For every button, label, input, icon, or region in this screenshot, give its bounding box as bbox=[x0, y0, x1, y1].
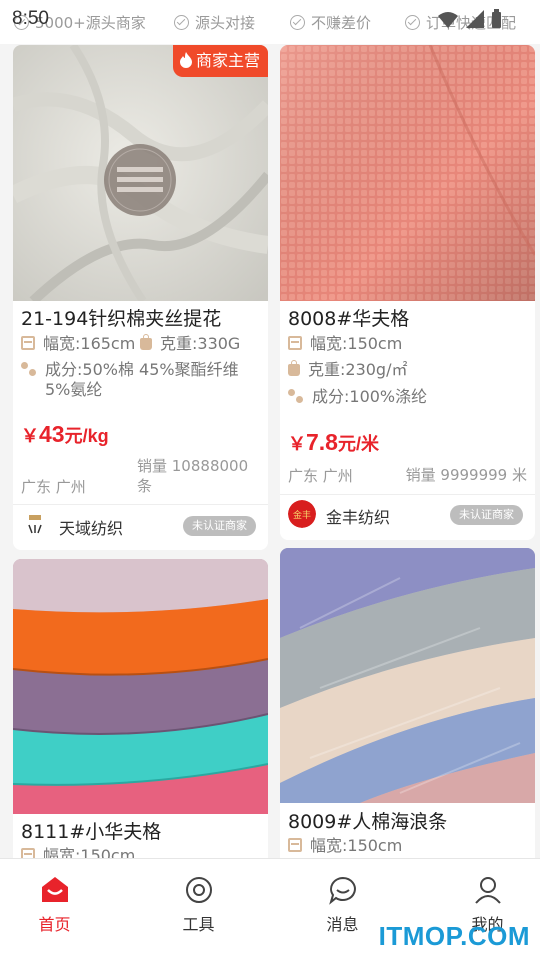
home-icon bbox=[42, 877, 68, 902]
spec-width: 幅宽:165cm bbox=[21, 334, 135, 354]
product-image[interactable] bbox=[280, 45, 535, 301]
product-sales: 销量 9999999 米 bbox=[405, 466, 527, 484]
spec-composition-cont: 5%氨纶 bbox=[45, 380, 103, 399]
product-image[interactable] bbox=[13, 559, 268, 814]
product-card[interactable]: 8009#人棉海浪条 幅宽:150cm bbox=[280, 548, 535, 878]
promo-item: 不赚差价 bbox=[290, 12, 371, 33]
product-sales: 销量 10888000 条 bbox=[137, 457, 249, 495]
check-icon bbox=[405, 15, 420, 30]
product-card[interactable]: 8008#华夫格 幅宽:150cm 克重:230g/㎡ 成分:100%涤纶 ￥7… bbox=[280, 45, 535, 540]
promo-item: 源头对接 bbox=[174, 12, 255, 33]
product-card[interactable]: 8111#小华夫格 幅宽:150cm bbox=[13, 559, 268, 879]
divider bbox=[280, 494, 535, 495]
tab-label: 工具 bbox=[182, 915, 215, 934]
shop-name[interactable]: 天域纺织 bbox=[59, 515, 123, 539]
tool-icon bbox=[186, 877, 212, 903]
promo-label: 5000+源头商家 bbox=[35, 14, 146, 32]
battery-icon bbox=[492, 12, 501, 28]
promo-label: 源头对接 bbox=[195, 14, 256, 32]
product-title[interactable]: 8111#小华夫格 bbox=[21, 817, 161, 844]
product-price: ￥7.8元/米 bbox=[288, 429, 379, 455]
product-price: ￥43元/kg bbox=[21, 421, 109, 447]
tag-label: 商家主营 bbox=[195, 51, 260, 70]
profile-icon bbox=[475, 877, 501, 904]
unverified-badge: 未认证商家 bbox=[183, 516, 256, 536]
watermark: ITMOP.COM bbox=[378, 921, 530, 951]
unverified-badge: 未认证商家 bbox=[450, 505, 523, 525]
product-title[interactable]: 21-194针织棉夹丝提花 bbox=[21, 304, 221, 331]
weight-icon bbox=[288, 360, 300, 376]
shop-name[interactable]: 金丰纺织 bbox=[326, 504, 390, 528]
composition-icon bbox=[288, 389, 304, 403]
signal-icon bbox=[466, 10, 484, 28]
fire-icon bbox=[179, 52, 192, 68]
check-icon bbox=[290, 15, 305, 30]
shop-logo bbox=[25, 513, 45, 537]
merchant-main-tag: 商家主营 bbox=[172, 45, 268, 77]
shop-row[interactable]: 天域纺织 未认证商家 bbox=[21, 511, 266, 541]
product-region: 广东 广州 bbox=[288, 467, 353, 485]
ruler-icon bbox=[21, 336, 35, 350]
spec-weight: 克重:230g/㎡ bbox=[288, 360, 407, 380]
product-title[interactable]: 8008#华夫格 bbox=[288, 304, 409, 331]
shop-logo: 金丰 bbox=[288, 500, 316, 528]
status-bar: 5000+源头商家 源头对接 不赚差价 订单快速匹配 8:50 bbox=[0, 0, 540, 44]
promo-label: 不赚差价 bbox=[311, 14, 372, 32]
ruler-icon bbox=[288, 336, 302, 350]
message-icon bbox=[329, 876, 356, 905]
weight-icon bbox=[140, 334, 152, 350]
status-icons bbox=[438, 9, 501, 28]
product-title[interactable]: 8009#人棉海浪条 bbox=[288, 807, 447, 834]
wifi-icon bbox=[438, 12, 458, 28]
tab-tools[interactable]: 工具 bbox=[131, 859, 266, 960]
product-region: 广东 广州 bbox=[21, 478, 86, 496]
divider bbox=[13, 504, 268, 505]
ruler-icon bbox=[288, 838, 302, 852]
svg-text:金丰: 金丰 bbox=[293, 509, 311, 521]
product-card[interactable]: 商家主营 21-194针织棉夹丝提花 幅宽:165cm 克重:330G 成分:5… bbox=[13, 45, 268, 550]
status-time: 8:50 bbox=[12, 8, 49, 29]
product-image[interactable] bbox=[13, 45, 268, 301]
check-icon bbox=[174, 15, 189, 30]
tab-home[interactable]: 首页 bbox=[0, 859, 122, 960]
spec-width: 幅宽:150cm bbox=[288, 836, 402, 856]
shop-row[interactable]: 金丰 金丰纺织 未认证商家 bbox=[288, 500, 533, 530]
spec-weight: 克重:330G bbox=[140, 334, 240, 354]
spec-width: 幅宽:150cm bbox=[288, 334, 402, 354]
spec-composition: 成分:50%棉 45%聚酯纤维 bbox=[21, 360, 239, 380]
composition-icon bbox=[21, 362, 37, 376]
product-image[interactable] bbox=[280, 548, 535, 803]
spec-composition: 成分:100%涤纶 bbox=[288, 387, 427, 407]
tab-label: 首页 bbox=[38, 915, 71, 934]
